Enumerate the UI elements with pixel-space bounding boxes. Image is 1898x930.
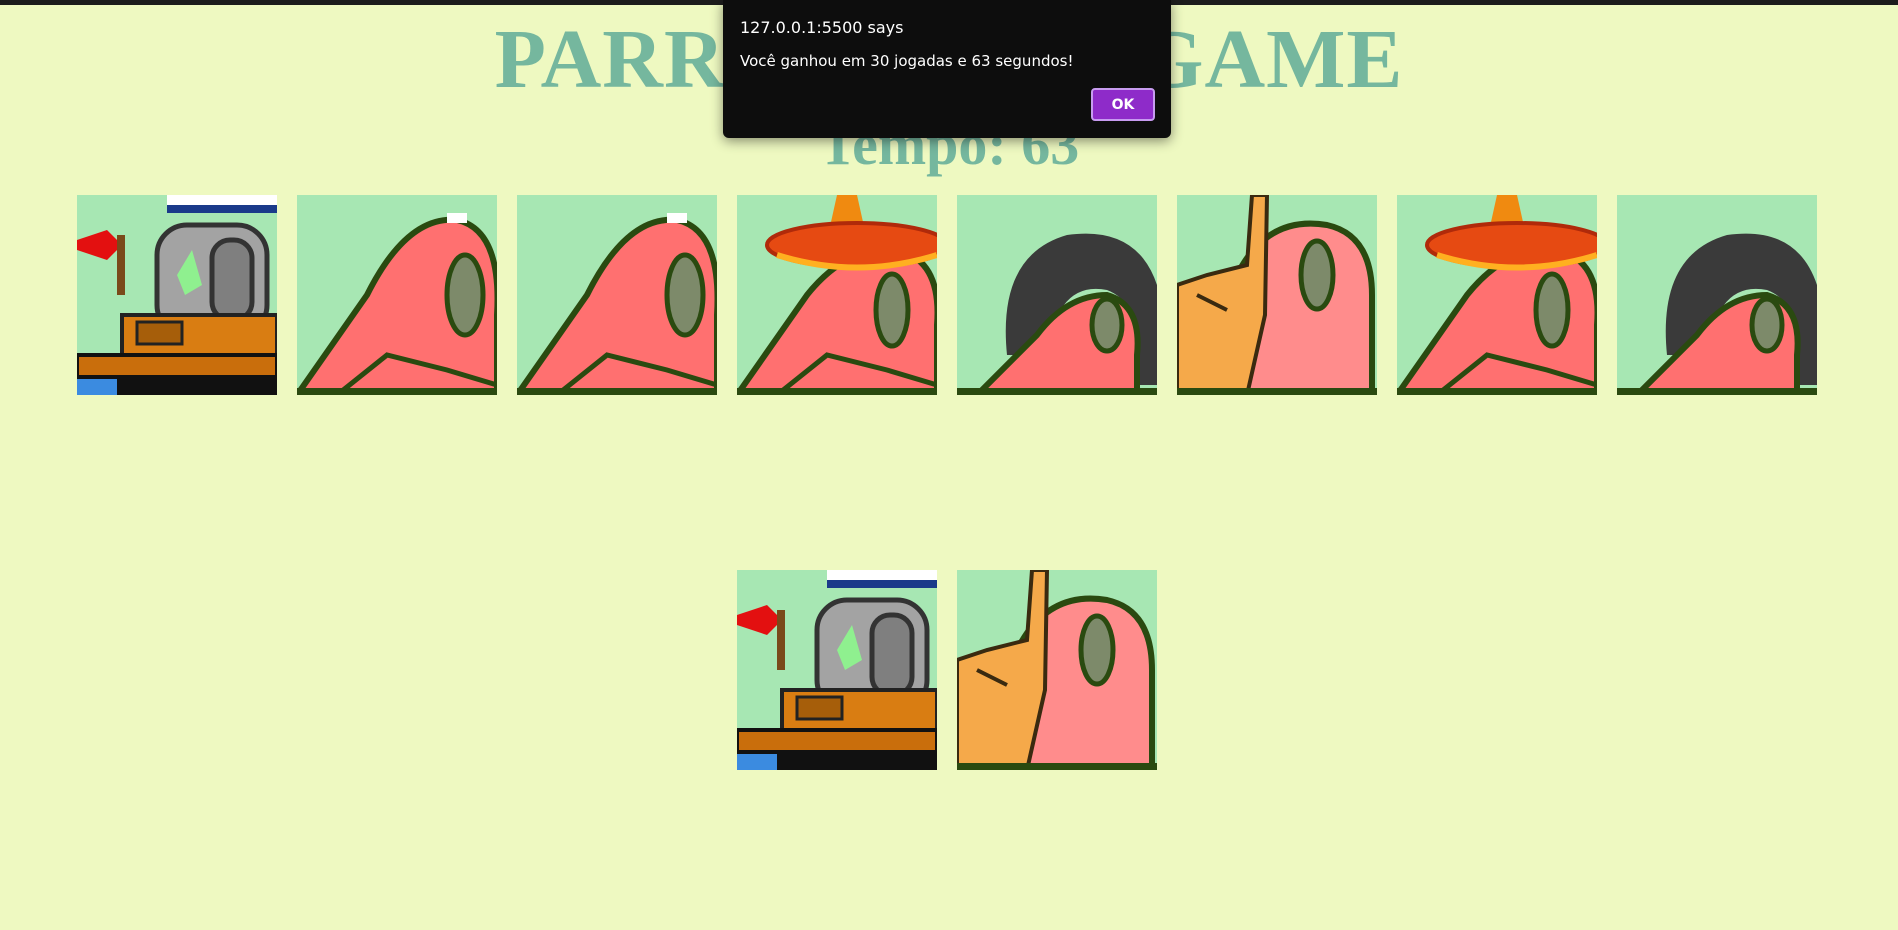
plain-parrot-icon <box>517 195 717 395</box>
alert-origin: 127.0.0.1:5500 says <box>740 18 904 37</box>
card[interactable] <box>297 195 497 395</box>
card[interactable] <box>957 195 1157 395</box>
ok-button[interactable]: OK <box>1091 88 1155 121</box>
card[interactable] <box>737 570 937 770</box>
hair-parrot-icon <box>957 195 1157 395</box>
card[interactable] <box>1397 195 1597 395</box>
card[interactable] <box>517 195 717 395</box>
rock-hand-parrot-icon <box>957 570 1157 770</box>
card[interactable] <box>737 195 937 395</box>
alert-dialog: 127.0.0.1:5500 says Você ganhou em 30 jo… <box>723 0 1171 138</box>
hair-parrot-icon <box>1617 195 1817 395</box>
card[interactable] <box>1177 195 1377 395</box>
boat-parrot-icon <box>737 570 937 770</box>
sombrero-parrot-icon <box>1397 195 1597 395</box>
card[interactable] <box>77 195 277 395</box>
alert-message: Você ganhou em 30 jogadas e 63 segundos! <box>740 52 1074 70</box>
sombrero-parrot-icon <box>737 195 937 395</box>
boat-parrot-icon <box>77 195 277 395</box>
card[interactable] <box>1617 195 1817 395</box>
rock-hand-parrot-icon <box>1177 195 1377 395</box>
card[interactable] <box>957 570 1157 770</box>
plain-parrot-icon <box>297 195 497 395</box>
